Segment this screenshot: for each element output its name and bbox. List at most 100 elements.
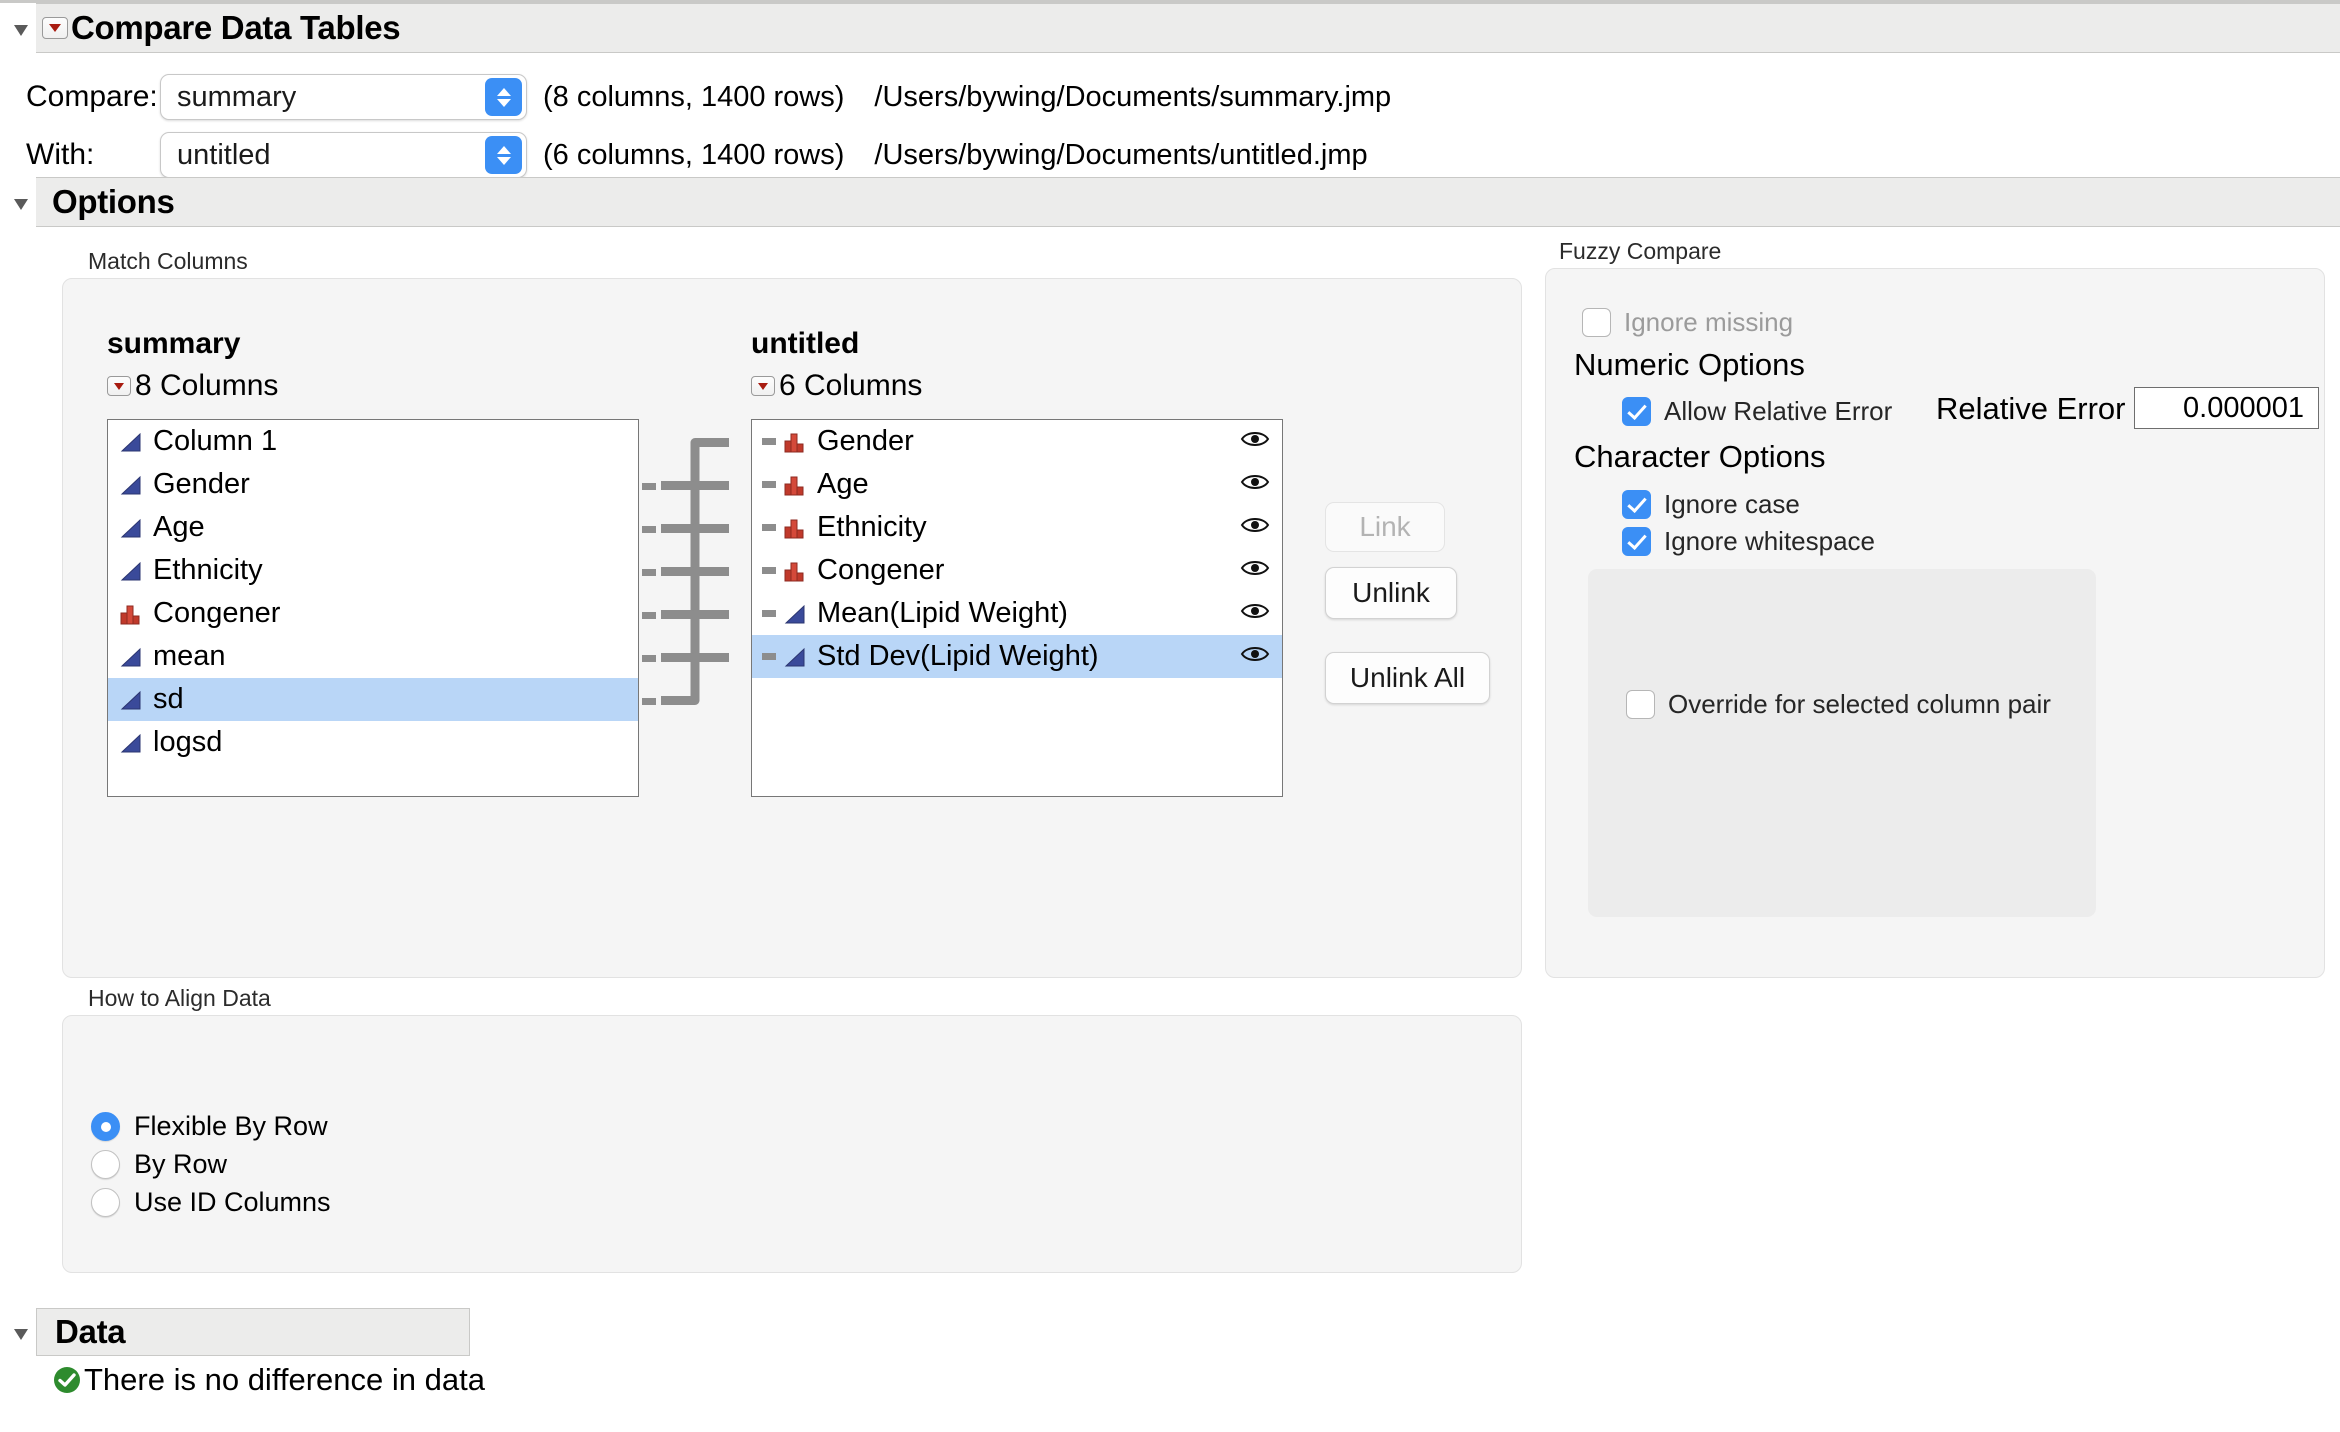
visibility-eye-icon[interactable]: [1240, 643, 1270, 670]
data-status: There is no difference in data: [52, 1362, 2340, 1398]
ignore-case-row[interactable]: Ignore case: [1622, 489, 1800, 520]
align-option-2[interactable]: Use ID Columns: [91, 1187, 331, 1218]
ignore-whitespace-label: Ignore whitespace: [1664, 526, 1876, 556]
left-columns-count-label: 8 Columns: [135, 369, 279, 402]
relative-error-input[interactable]: 0.000001: [2134, 387, 2319, 429]
align-option-label: By Row: [134, 1149, 228, 1179]
column-list-item[interactable]: Age: [108, 506, 638, 549]
with-table-value: untitled: [177, 138, 271, 171]
disclosure-triangle-main[interactable]: [14, 24, 28, 36]
with-table-select[interactable]: untitled: [160, 132, 527, 178]
unlink-button[interactable]: Unlink: [1325, 567, 1457, 619]
align-option-0[interactable]: Flexible By Row: [91, 1111, 328, 1142]
ignore-whitespace-row[interactable]: Ignore whitespace: [1622, 526, 1875, 557]
column-name: Ethnicity: [153, 554, 263, 586]
column-name: sd: [153, 683, 184, 715]
column-list-item[interactable]: logsd: [108, 721, 638, 764]
fuzzy-compare-panel: Ignore missing Numeric Options Allow Rel…: [1545, 268, 2325, 978]
visibility-eye-icon[interactable]: [1240, 514, 1270, 541]
compare-table-meta: (8 columns, 1400 rows): [543, 80, 845, 113]
nominal-column-icon: [782, 430, 808, 454]
column-list-item[interactable]: Ethnicity: [752, 506, 1282, 549]
allow-relative-error-row[interactable]: Allow Relative Error: [1622, 396, 1892, 427]
override-checkbox[interactable]: [1626, 690, 1655, 719]
right-columns-count-label: 6 Columns: [779, 369, 923, 402]
nominal-column-icon: [118, 602, 144, 626]
continuous-column-icon: [782, 645, 808, 669]
column-name: Column 1: [153, 425, 278, 457]
link-button[interactable]: Link: [1325, 502, 1445, 552]
left-column-list[interactable]: Column 1 Gender Age Ethnicity Congener mean sd…: [107, 419, 639, 797]
red-triangle-menu-left-icon[interactable]: [107, 376, 131, 396]
align-data-section: How to Align Data Flexible By Row By Row U…: [62, 985, 1522, 1273]
red-triangle-menu-main-icon[interactable]: [42, 17, 68, 39]
right-columns-count: 6 Columns: [751, 369, 922, 403]
column-list-item[interactable]: sd: [108, 678, 638, 721]
column-list-item[interactable]: Ethnicity: [108, 549, 638, 592]
data-title: Data: [55, 1313, 126, 1350]
column-list-item[interactable]: Std Dev(Lipid Weight): [752, 635, 1282, 678]
ignore-case-checkbox[interactable]: [1622, 490, 1651, 519]
continuous-column-icon: [782, 602, 808, 626]
link-marker: [642, 697, 656, 705]
radio-button[interactable]: [91, 1188, 120, 1217]
visibility-eye-icon[interactable]: [1240, 600, 1270, 627]
column-list-item[interactable]: Congener: [752, 549, 1282, 592]
with-table-path: /Users/bywing/Documents/untitled.jmp: [874, 138, 1368, 171]
link-marker: [762, 653, 776, 660]
link-marker: [642, 482, 656, 490]
chevron-up-icon: [496, 145, 511, 154]
data-header: Data: [0, 1308, 2340, 1356]
nominal-column-icon: [782, 473, 808, 497]
column-list-item[interactable]: Gender: [752, 420, 1282, 463]
with-stepper-icon[interactable]: [485, 136, 522, 174]
column-name: Gender: [153, 468, 250, 500]
column-list-item[interactable]: Age: [752, 463, 1282, 506]
link-marker: [762, 610, 776, 617]
allow-relative-error-checkbox[interactable]: [1622, 397, 1651, 426]
ignore-case-label: Ignore case: [1664, 489, 1800, 519]
chevron-down-icon: [496, 98, 511, 107]
match-columns-section: Match Columns summary 8 Columns untitled…: [62, 248, 1522, 978]
unlink-all-button[interactable]: Unlink All: [1325, 652, 1490, 704]
red-triangle-menu-right-icon[interactable]: [751, 376, 775, 396]
ignore-missing-checkbox[interactable]: [1582, 308, 1611, 337]
visibility-eye-icon[interactable]: [1240, 557, 1270, 584]
radio-button[interactable]: [91, 1150, 120, 1179]
disclosure-triangle-options[interactable]: [14, 198, 28, 210]
compare-data-tables-header: Compare Data Tables: [0, 3, 2340, 53]
fuzzy-compare-section: Fuzzy Compare Ignore missing Numeric Opt…: [1545, 238, 2325, 978]
disclosure-triangle-data[interactable]: [14, 1328, 28, 1340]
column-name: Ethnicity: [817, 511, 927, 543]
right-column-list[interactable]: Gender Age Ethnicity Congener Mean(Lipid Wei…: [751, 419, 1283, 797]
visibility-eye-icon[interactable]: [1240, 428, 1270, 455]
column-list-item[interactable]: Mean(Lipid Weight): [752, 592, 1282, 635]
options-header: Options: [0, 177, 2340, 227]
compare-stepper-icon[interactable]: [485, 78, 522, 116]
link-marker: [762, 481, 776, 488]
align-option-1[interactable]: By Row: [91, 1149, 227, 1180]
compare-table-select[interactable]: summary: [160, 74, 527, 120]
link-marker: [642, 654, 656, 662]
override-row[interactable]: Override for selected column pair: [1626, 689, 2051, 720]
column-name: Age: [817, 468, 869, 500]
column-name: Gender: [817, 425, 914, 457]
visibility-eye-icon[interactable]: [1240, 471, 1270, 498]
check-circle-icon: [54, 1367, 80, 1393]
title-band-options: Options: [36, 177, 2340, 227]
column-list-item[interactable]: mean: [108, 635, 638, 678]
allow-relative-error-label: Allow Relative Error: [1664, 396, 1893, 426]
compare-row: Compare: summary (8 columns, 1400 rows) …: [0, 68, 2340, 126]
match-columns-panel: summary 8 Columns untitled 6 Columns Col…: [62, 278, 1522, 978]
ignore-missing-row[interactable]: Ignore missing: [1582, 307, 1793, 338]
ignore-whitespace-checkbox[interactable]: [1622, 527, 1651, 556]
ignore-missing-label: Ignore missing: [1624, 307, 1794, 337]
radio-button[interactable]: [91, 1112, 120, 1141]
left-columns-count: 8 Columns: [107, 369, 278, 403]
continuous-column-icon: [118, 516, 144, 540]
continuous-column-icon: [118, 473, 144, 497]
column-list-item[interactable]: Column 1: [108, 420, 638, 463]
column-list-item[interactable]: Congener: [108, 592, 638, 635]
continuous-column-icon: [118, 688, 144, 712]
column-list-item[interactable]: Gender: [108, 463, 638, 506]
